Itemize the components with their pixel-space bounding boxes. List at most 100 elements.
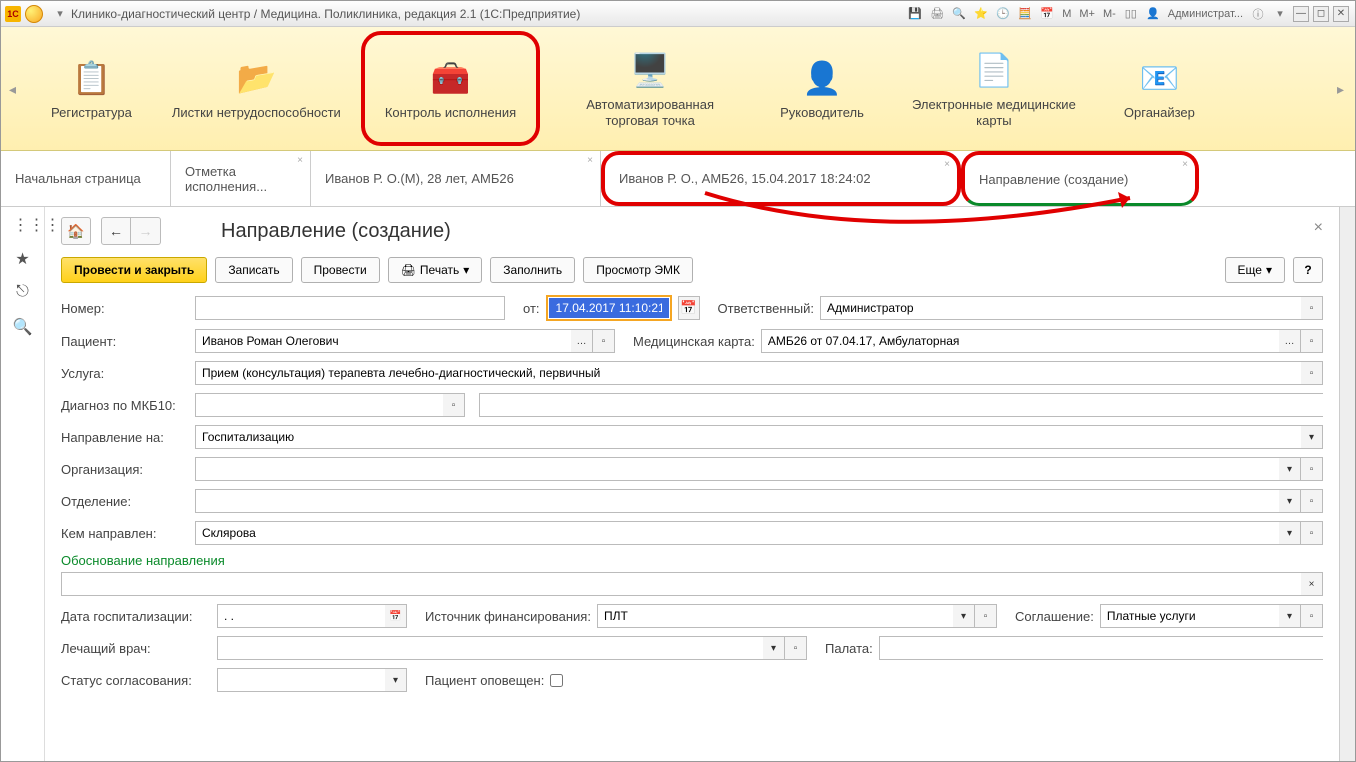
panels-icon[interactable]: ▯▯ bbox=[1122, 5, 1140, 23]
search-doc-icon[interactable]: 🔍 bbox=[950, 5, 968, 23]
ribbon-listki[interactable]: 📂 Листки нетрудоспособности bbox=[152, 31, 361, 146]
maximize-button[interactable]: ◻ bbox=[1313, 6, 1329, 22]
usluga-input[interactable] bbox=[195, 361, 1301, 385]
close-page-icon[interactable]: × bbox=[1314, 219, 1323, 237]
diagnoz1-input[interactable] bbox=[195, 393, 443, 417]
favorite-icon[interactable]: ⭐ bbox=[972, 5, 990, 23]
star-icon[interactable]: ★ bbox=[13, 249, 33, 269]
organizacia-input[interactable] bbox=[195, 457, 1279, 481]
label-medkarta: Медицинская карта: bbox=[633, 334, 755, 349]
dropdown-icon[interactable]: ▾ bbox=[51, 5, 69, 23]
dropdown-button[interactable]: ▾ bbox=[1279, 521, 1301, 545]
tab-ivanov-visit[interactable]: Иванов Р. О., АМБ26, 15.04.2017 18:24:02… bbox=[601, 151, 961, 206]
select-button[interactable]: … bbox=[1279, 329, 1301, 353]
dropdown-button[interactable]: ▾ bbox=[1301, 425, 1323, 449]
otdelenie-input[interactable] bbox=[195, 489, 1279, 513]
search-icon[interactable]: 🔍 bbox=[13, 317, 33, 337]
open-ref-button[interactable]: ▫ bbox=[1301, 457, 1323, 481]
zapolnit-button[interactable]: Заполнить bbox=[490, 257, 575, 283]
ribbon-emk[interactable]: 📄 Электронные медицинские карты bbox=[884, 31, 1104, 146]
clear-button[interactable]: × bbox=[1301, 572, 1323, 596]
open-ref-button[interactable]: ▫ bbox=[1301, 329, 1323, 353]
obosnovanie-input[interactable] bbox=[61, 572, 1301, 596]
tab-napravlenie[interactable]: Направление (создание) × bbox=[961, 151, 1199, 206]
lechashchy-vrach-input[interactable] bbox=[217, 636, 763, 660]
zapisat-button[interactable]: Записать bbox=[215, 257, 292, 283]
tab-close-icon[interactable]: × bbox=[1179, 159, 1191, 171]
dropdown-button[interactable]: ▾ bbox=[1279, 457, 1301, 481]
tab-ivanov-card[interactable]: Иванов Р. О.(М), 28 лет, АМБ26 × bbox=[311, 151, 601, 206]
ribbon-registratura[interactable]: 📋 Регистратура bbox=[31, 31, 152, 146]
provesti-button[interactable]: Провести bbox=[301, 257, 380, 283]
kem-napravlen-input[interactable] bbox=[195, 521, 1279, 545]
pacient-opoveshchen-checkbox[interactable] bbox=[550, 674, 563, 687]
open-ref-button[interactable]: ▫ bbox=[1301, 604, 1323, 628]
medkarta-input[interactable] bbox=[761, 329, 1279, 353]
info-dropdown-icon[interactable]: ▾ bbox=[1271, 5, 1289, 23]
soglashenie-input[interactable] bbox=[1100, 604, 1279, 628]
tab-close-icon[interactable]: × bbox=[584, 155, 596, 167]
palata-input[interactable] bbox=[879, 636, 1323, 660]
ribbon-prev-icon[interactable]: ◂ bbox=[9, 81, 19, 97]
ribbon-kontrol[interactable]: 🧰 Контроль исполнения bbox=[361, 31, 540, 146]
open-ref-button[interactable]: ▫ bbox=[1301, 361, 1323, 385]
calendar-picker-button[interactable]: 📅 bbox=[678, 296, 700, 320]
ribbon-next-icon[interactable]: ▸ bbox=[1337, 81, 1347, 97]
tab-home[interactable]: Начальная страница bbox=[1, 151, 171, 206]
pechat-button[interactable]: 🖨 Печать ▾ bbox=[388, 257, 483, 283]
label-diagnoz: Диагноз по МКБ10: bbox=[61, 398, 189, 413]
tab-close-icon[interactable]: × bbox=[941, 159, 953, 171]
ribbon-rukovoditel[interactable]: 👤 Руководитель bbox=[760, 31, 884, 146]
eshche-button[interactable]: Еще ▾ bbox=[1225, 257, 1285, 283]
date-input[interactable] bbox=[549, 298, 669, 318]
napravlenie-na-input[interactable] bbox=[195, 425, 1301, 449]
pacient-input[interactable] bbox=[195, 329, 571, 353]
open-ref-button[interactable]: ▫ bbox=[975, 604, 997, 628]
back-button[interactable]: ← bbox=[101, 217, 131, 245]
save-icon[interactable]: 💾 bbox=[906, 5, 924, 23]
open-ref-button[interactable]: ▫ bbox=[1301, 521, 1323, 545]
ribbon-organizer[interactable]: 📧 Органайзер bbox=[1104, 31, 1215, 146]
open-ref-button[interactable]: ▫ bbox=[785, 636, 807, 660]
open-ref-button[interactable]: ▫ bbox=[1301, 296, 1323, 320]
dropdown-button[interactable]: ▾ bbox=[763, 636, 785, 660]
home-button[interactable]: 🏠 bbox=[61, 217, 91, 245]
help-button[interactable]: ? bbox=[1293, 257, 1323, 283]
diagnoz2-input[interactable] bbox=[479, 393, 1323, 417]
tab-close-icon[interactable]: × bbox=[294, 155, 306, 167]
apps-grid-icon[interactable]: ⋮⋮⋮ bbox=[13, 215, 33, 235]
forward-button[interactable]: → bbox=[131, 217, 161, 245]
dropdown-button[interactable]: ▾ bbox=[1279, 604, 1301, 628]
data-gosp-input[interactable] bbox=[217, 604, 385, 628]
calculator-icon[interactable]: 🧮 bbox=[1016, 5, 1034, 23]
close-window-button[interactable]: ✕ bbox=[1333, 6, 1349, 22]
status-sogl-input[interactable] bbox=[217, 668, 385, 692]
prosmotr-emk-button[interactable]: Просмотр ЭМК bbox=[583, 257, 693, 283]
dropdown-button[interactable]: ▾ bbox=[1279, 489, 1301, 513]
branch-icon[interactable]: ⎋ bbox=[13, 283, 33, 303]
m-button[interactable]: M bbox=[1058, 8, 1075, 20]
user-label[interactable]: Администрат... bbox=[1164, 8, 1247, 20]
minimize-button[interactable]: — bbox=[1293, 6, 1309, 22]
history-icon[interactable]: 🕒 bbox=[994, 5, 1012, 23]
provesti-zakryt-button[interactable]: Провести и закрыть bbox=[61, 257, 207, 283]
calendar-icon[interactable]: 📅 bbox=[1038, 5, 1056, 23]
open-ref-button[interactable]: ▫ bbox=[1301, 489, 1323, 513]
istochnik-fin-input[interactable] bbox=[597, 604, 953, 628]
orb-icon[interactable] bbox=[25, 5, 43, 23]
m-minus-button[interactable]: M- bbox=[1099, 8, 1120, 20]
calendar-picker-button[interactable]: 📅 bbox=[385, 604, 407, 628]
otvetstvenny-input[interactable] bbox=[820, 296, 1301, 320]
nomer-input[interactable] bbox=[195, 296, 505, 320]
select-button[interactable]: … bbox=[571, 329, 593, 353]
vertical-scrollbar[interactable] bbox=[1339, 207, 1355, 761]
open-ref-button[interactable]: ▫ bbox=[443, 393, 465, 417]
tab-otmetka[interactable]: Отметка исполнения... × bbox=[171, 151, 311, 206]
ribbon-torgovaya[interactable]: 🖥️ Автоматизированная торговая точка bbox=[540, 31, 760, 146]
dropdown-button[interactable]: ▾ bbox=[385, 668, 407, 692]
open-ref-button[interactable]: ▫ bbox=[593, 329, 615, 353]
dropdown-button[interactable]: ▾ bbox=[953, 604, 975, 628]
print-icon[interactable]: 🖨 bbox=[928, 5, 946, 23]
m-plus-button[interactable]: M+ bbox=[1075, 8, 1099, 20]
info-icon[interactable]: ⓘ bbox=[1249, 5, 1267, 23]
